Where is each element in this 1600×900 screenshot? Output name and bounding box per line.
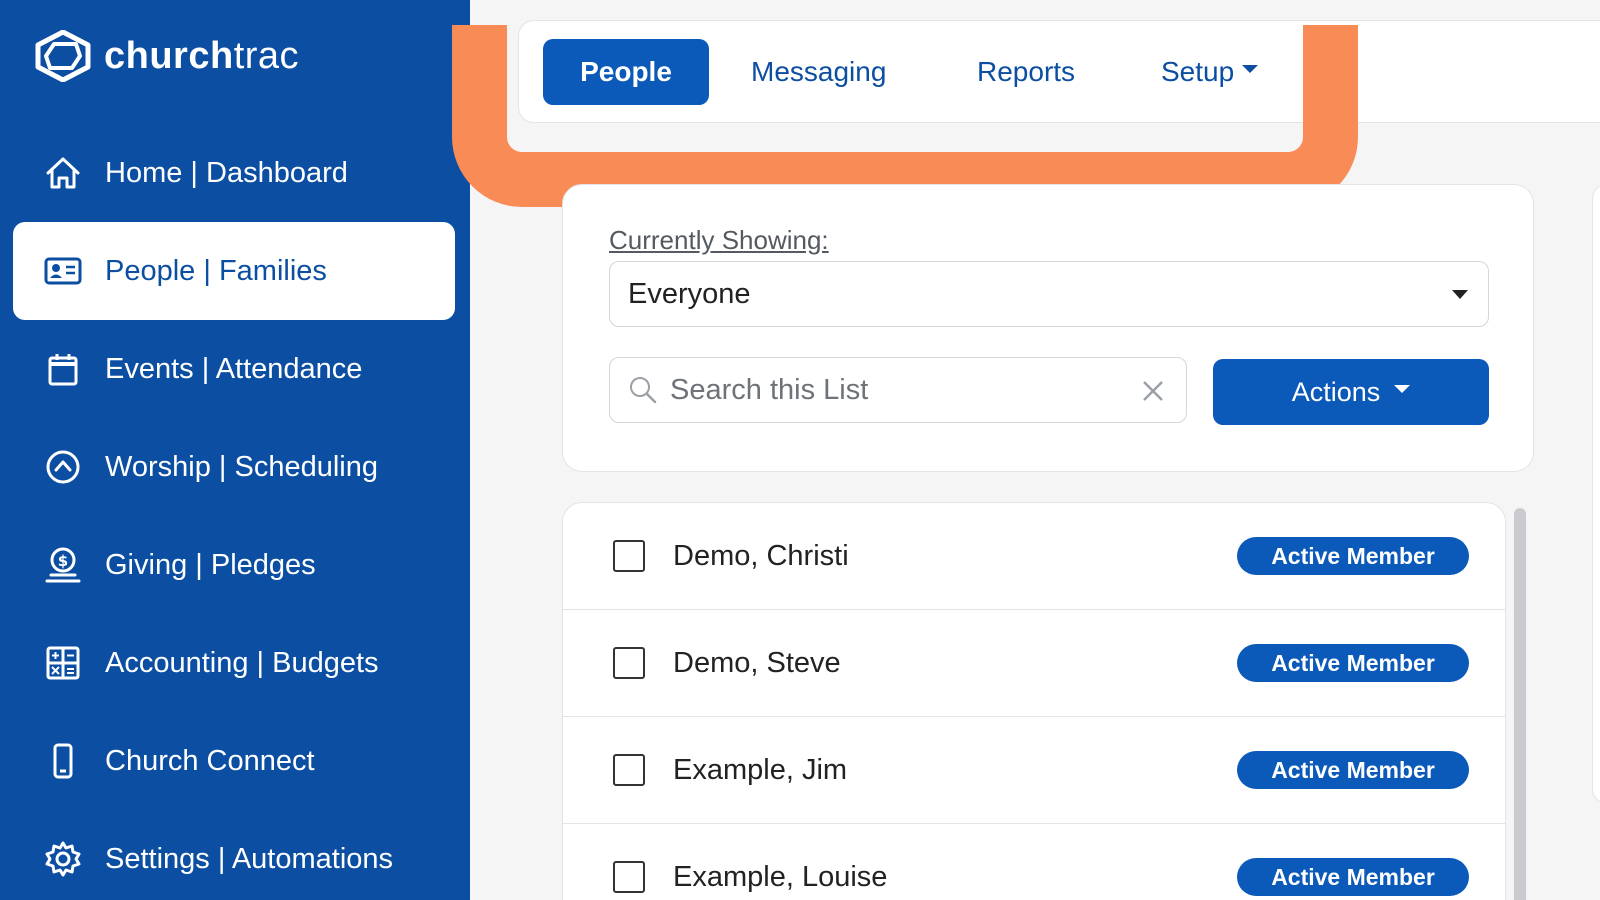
person-name[interactable]: Example, Jim	[673, 754, 847, 787]
status-badge: Active Member	[1237, 751, 1469, 789]
row-checkbox[interactable]	[613, 540, 645, 572]
chevron-down-icon	[1394, 385, 1411, 393]
chevron-down-icon	[1242, 65, 1259, 73]
sidebar-item-home[interactable]: Home | Dashboard	[13, 124, 455, 222]
sidebar-item-giving[interactable]: $ Giving | Pledges	[13, 516, 455, 614]
dropdown-caret-icon	[1452, 290, 1468, 299]
sidebar-item-label: Settings | Automations	[105, 842, 394, 875]
sidebar-item-label: Home | Dashboard	[105, 156, 348, 189]
gear-icon	[41, 837, 85, 881]
calendar-icon	[41, 347, 85, 391]
actions-label: Actions	[1291, 376, 1381, 407]
sidebar-item-label: Worship | Scheduling	[105, 450, 378, 483]
status-badge: Active Member	[1237, 537, 1469, 575]
sidebar-item-label: Events | Attendance	[105, 352, 363, 385]
churchtrac-logo-icon	[35, 30, 91, 82]
sidebar-item-worship[interactable]: Worship | Scheduling	[13, 418, 455, 516]
sidebar-item-people[interactable]: People | Families	[13, 222, 455, 320]
svg-text:$: $	[58, 552, 68, 570]
mobile-phone-icon	[41, 739, 85, 783]
sidebar: churchtrac Home | Dashboard People | Fam…	[0, 0, 470, 900]
list-scrollbar[interactable]	[1514, 508, 1526, 900]
sidebar-item-label: Giving | Pledges	[105, 548, 316, 581]
sidebar-item-label: Church Connect	[105, 744, 315, 777]
tab-reports[interactable]: Reports	[977, 39, 1075, 105]
tab-messaging[interactable]: Messaging	[751, 39, 886, 105]
right-panel-edge	[1592, 184, 1600, 804]
person-name[interactable]: Demo, Christi	[673, 540, 849, 573]
tab-people[interactable]: People	[543, 39, 709, 105]
table-row[interactable]: Example, Jim Active Member	[563, 717, 1505, 824]
list-filter-value: Everyone	[628, 277, 751, 310]
chevron-circle-icon	[41, 445, 85, 489]
close-icon[interactable]	[1140, 378, 1166, 404]
dollar-hand-icon: $	[41, 543, 85, 587]
brand-name: churchtrac	[104, 34, 300, 77]
table-row[interactable]: Demo, Steve Active Member	[563, 610, 1505, 717]
sidebar-item-church-connect[interactable]: Church Connect	[13, 712, 455, 810]
sidebar-item-events[interactable]: Events | Attendance	[13, 320, 455, 418]
person-name[interactable]: Demo, Steve	[673, 647, 841, 680]
home-icon	[41, 151, 85, 195]
search-input[interactable]	[670, 373, 1100, 407]
list-filter-select[interactable]: Everyone	[609, 261, 1489, 327]
search-box	[609, 357, 1187, 423]
status-badge: Active Member	[1237, 644, 1469, 682]
row-checkbox[interactable]	[613, 754, 645, 786]
sidebar-item-settings[interactable]: Settings | Automations	[13, 810, 455, 900]
sidebar-item-label: People | Families	[105, 254, 327, 287]
actions-button[interactable]: Actions	[1213, 359, 1489, 425]
person-name[interactable]: Example, Louise	[673, 861, 887, 894]
row-checkbox[interactable]	[613, 647, 645, 679]
sidebar-item-accounting[interactable]: Accounting | Budgets	[13, 614, 455, 712]
search-icon	[630, 377, 657, 404]
people-list: Demo, Christi Active Member Demo, Steve …	[562, 502, 1506, 900]
id-card-icon	[41, 249, 85, 293]
row-checkbox[interactable]	[613, 861, 645, 893]
churchtrac-logo[interactable]: churchtrac	[34, 30, 299, 82]
table-row[interactable]: Demo, Christi Active Member	[563, 503, 1505, 610]
top-tab-bar: People Messaging Reports Setup	[518, 20, 1600, 123]
status-badge: Active Member	[1237, 858, 1469, 896]
tab-setup[interactable]: Setup	[1161, 39, 1259, 105]
table-row[interactable]: Example, Louise Active Member	[563, 824, 1505, 900]
sidebar-item-label: Accounting | Budgets	[105, 646, 379, 679]
currently-showing-label: Currently Showing:	[609, 225, 829, 255]
calculator-icon	[41, 641, 85, 685]
filter-card: Currently Showing: Everyone Actions	[562, 184, 1534, 472]
